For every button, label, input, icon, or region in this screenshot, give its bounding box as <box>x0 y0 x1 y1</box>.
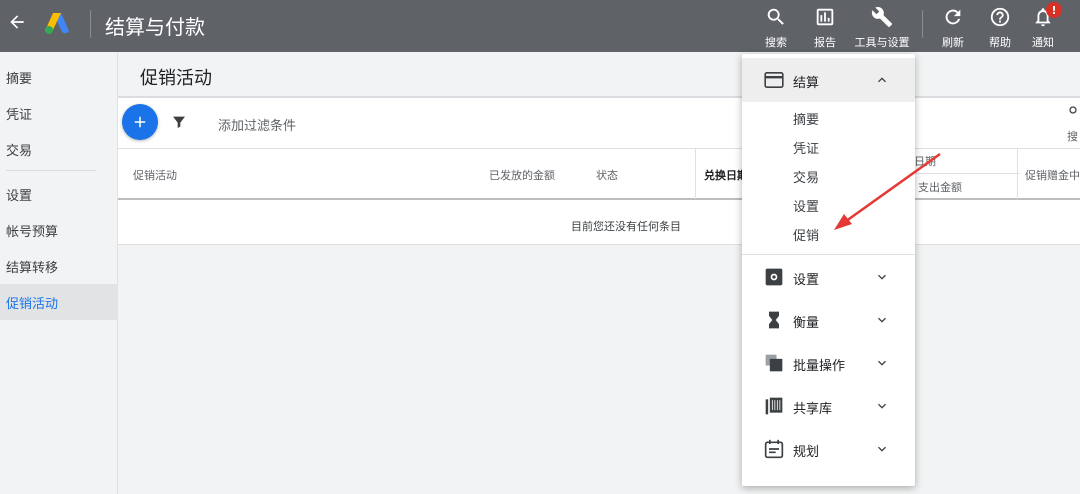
chevron-up-icon <box>878 77 886 83</box>
column-promotion[interactable]: 促销活动 <box>133 167 177 183</box>
table-search-label: 搜 <box>1067 130 1078 143</box>
nav-item-vouchers[interactable]: 凭证 <box>0 95 118 131</box>
menu-item-summary[interactable]: 摘要 <box>793 109 819 128</box>
notification-badge: ! <box>1046 2 1062 18</box>
column-promo-credit[interactable]: 促销赠金中 <box>1025 167 1080 183</box>
chevron-down-icon <box>878 317 886 323</box>
report-icon <box>816 8 834 26</box>
nav-divider <box>6 170 96 171</box>
menu-item-vouchers[interactable]: 凭证 <box>793 138 819 157</box>
chevron-down-icon <box>878 274 886 280</box>
search-button-label: 搜索 <box>765 36 787 49</box>
menu-item-shared-library-label: 共享库 <box>793 402 833 417</box>
nav-item-account-budget[interactable]: 帐号预算 <box>0 212 118 248</box>
chevron-down-icon <box>878 360 886 366</box>
tools-settings-label: 工具与设置 <box>854 36 910 49</box>
hourglass-icon <box>769 311 779 329</box>
notification-button-label: 通知 <box>1032 36 1054 49</box>
filter-icon[interactable] <box>171 114 187 130</box>
nav-item-transactions[interactable]: 交易 <box>0 131 118 167</box>
help-icon <box>990 7 1010 27</box>
report-button[interactable]: 报告 <box>805 6 845 52</box>
back-button[interactable] <box>6 11 28 33</box>
nav-item-summary[interactable]: 摘要 <box>0 59 118 95</box>
column-amount-issued[interactable]: 已发放的金额 <box>489 167 555 183</box>
menu-item-settings[interactable]: 设置 <box>793 196 819 215</box>
bulk-actions-icon <box>765 354 783 372</box>
menu-item-transactions[interactable]: 交易 <box>793 167 819 186</box>
tools-settings-menu: 结算 摘要 凭证 交易 设置 促销 设置 衡量 批量操作 共享库 规划 <box>742 54 915 486</box>
nav-item-settings[interactable]: 设置 <box>0 176 118 212</box>
search-button[interactable]: 搜索 <box>756 6 796 52</box>
menu-item-shared-library[interactable]: 共享库 <box>742 386 915 426</box>
nav-item-billing-transfer[interactable]: 结算转移 <box>0 248 118 284</box>
help-button[interactable]: 帮助 <box>980 6 1020 52</box>
credit-card-icon <box>764 72 784 88</box>
table-bottom-border <box>118 244 1080 245</box>
column-divider <box>695 149 696 199</box>
google-ads-logo[interactable] <box>44 11 70 35</box>
column-divider <box>1017 149 1018 199</box>
arrow-left-icon <box>10 15 24 29</box>
menu-item-bulk-actions[interactable]: 批量操作 <box>742 343 915 383</box>
refresh-button[interactable]: 刷新 <box>933 6 973 52</box>
menu-section-billing[interactable]: 结算 <box>742 58 915 102</box>
menu-section-billing-label: 结算 <box>793 76 820 91</box>
search-icon <box>767 8 784 25</box>
refresh-icon <box>945 9 961 25</box>
main-content: 促销活动 添加过滤条件 搜 促销活动 已发放的金额 状态 兑换日期 日期 支出金… <box>118 52 1080 494</box>
menu-divider <box>742 254 915 255</box>
help-button-label: 帮助 <box>989 36 1011 49</box>
top-bar: 结算与付款 搜索 报告 工具与设置 刷新 帮助 通知 ! <box>0 0 1080 52</box>
left-navigation: 摘要 凭证 交易 设置 帐号预算 结算转移 促销活动 <box>0 52 118 494</box>
menu-item-planning[interactable]: 规划 <box>742 429 915 469</box>
plus-icon <box>134 116 146 128</box>
chevron-down-icon <box>878 446 886 452</box>
menu-item-promotions[interactable]: 促销 <box>793 225 819 244</box>
menu-item-bulk-actions-label: 批量操作 <box>793 359 846 374</box>
page-header-title: 结算与付款 <box>105 15 205 39</box>
planning-icon <box>764 439 784 459</box>
topbar-separator <box>922 10 923 38</box>
add-filter-input[interactable]: 添加过滤条件 <box>218 115 296 134</box>
refresh-button-label: 刷新 <box>942 36 964 49</box>
nav-item-promotions[interactable]: 促销活动 <box>0 284 118 320</box>
library-icon <box>765 397 783 415</box>
page-title: 促销活动 <box>140 68 212 89</box>
annotation-arrow <box>834 152 941 230</box>
menu-item-planning-label: 规划 <box>793 445 820 460</box>
tools-settings-button[interactable]: 工具与设置 <box>855 6 910 52</box>
menu-item-setup[interactable]: 设置 <box>742 257 915 297</box>
menu-item-setup-label: 设置 <box>793 273 820 288</box>
add-button[interactable] <box>122 104 158 140</box>
menu-item-measurement[interactable]: 衡量 <box>742 300 915 340</box>
report-button-label: 报告 <box>814 36 836 49</box>
table-search-icon[interactable] <box>1068 104 1080 118</box>
wrench-icon <box>871 7 893 28</box>
gear-icon <box>765 268 783 286</box>
topbar-divider <box>90 10 91 38</box>
column-status[interactable]: 状态 <box>596 167 618 183</box>
menu-item-measurement-label: 衡量 <box>793 316 820 331</box>
chevron-down-icon <box>878 403 886 409</box>
